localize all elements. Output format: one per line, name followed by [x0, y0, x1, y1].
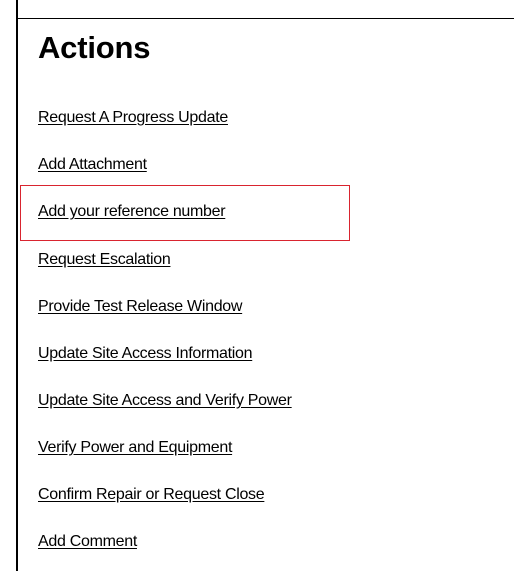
action-link-update-site-access-verify-power[interactable]: Update Site Access and Verify Power	[38, 391, 292, 411]
action-link-request-escalation[interactable]: Request Escalation	[38, 250, 171, 270]
action-link-update-site-access-information[interactable]: Update Site Access Information	[38, 344, 253, 364]
actions-heading: Actions	[38, 30, 151, 65]
action-link-request-progress-update[interactable]: Request A Progress Update	[38, 108, 228, 128]
action-link-add-comment[interactable]: Add Comment	[38, 532, 137, 552]
action-link-verify-power-equipment[interactable]: Verify Power and Equipment	[38, 438, 232, 458]
action-link-add-attachment[interactable]: Add Attachment	[38, 155, 147, 175]
action-link-provide-test-release-window[interactable]: Provide Test Release Window	[38, 297, 242, 317]
action-link-confirm-repair-request-close[interactable]: Confirm Repair or Request Close	[38, 485, 265, 505]
action-link-add-reference-number[interactable]: Add your reference number	[38, 202, 226, 222]
top-divider	[18, 18, 514, 19]
